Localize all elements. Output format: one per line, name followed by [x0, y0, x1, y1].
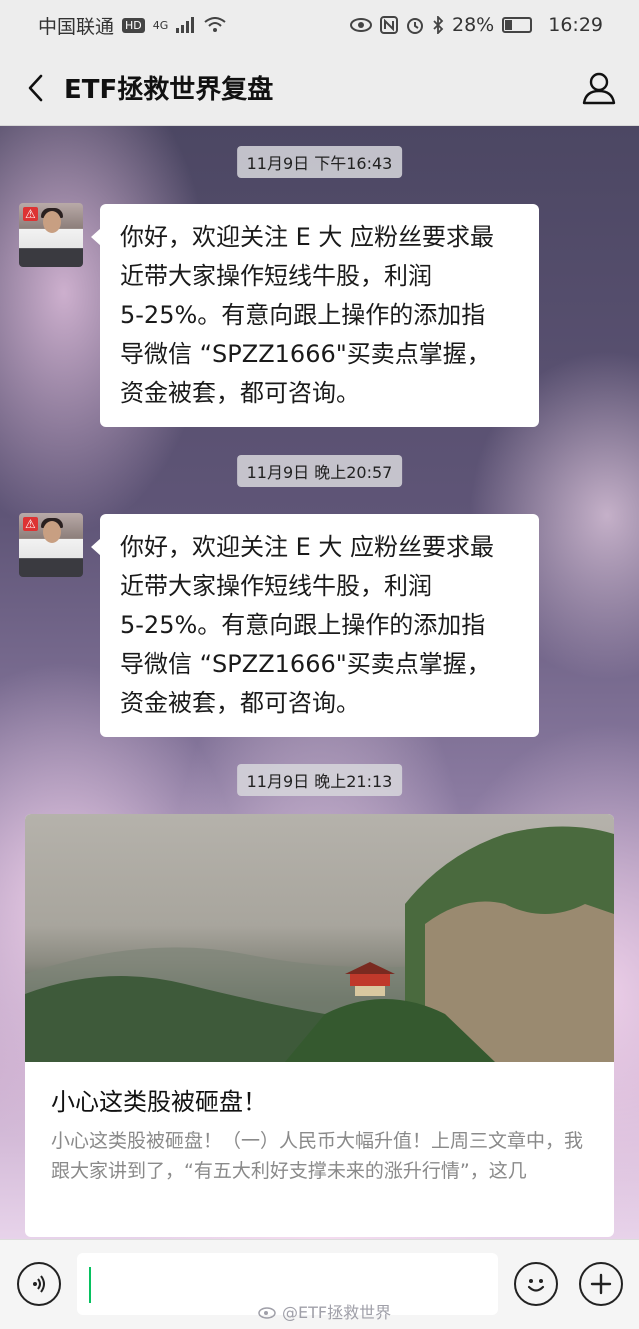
watermark: @ETF拯救世界 [258, 1299, 391, 1323]
article-cover-image [25, 814, 614, 1062]
message-line: 你好，欢迎关注 E 大 应粉丝要求最 [120, 533, 495, 561]
message-line: 导微信 “SPZZ1666"买卖点掌握， [120, 340, 491, 368]
voice-icon [33, 1275, 45, 1293]
article-title: 小心这类股被砸盘！ [51, 1088, 267, 1116]
text-caret [89, 1267, 91, 1303]
nfc-icon [380, 16, 398, 34]
plus-icon [590, 1273, 612, 1295]
weibo-icon [258, 1307, 276, 1319]
message-line: 近带大家操作短线牛股，利润 [120, 262, 432, 290]
message-line: 导微信 “SPZZ1666"买卖点掌握， [120, 650, 491, 678]
chat-area[interactable]: 11月9日 下午16:43 ⚠ 你好，欢迎关注 E 大 应粉丝要求最 近带大家操… [0, 126, 639, 1239]
eye-icon [350, 18, 372, 32]
chevron-left-icon [28, 74, 43, 101]
wifi-icon [204, 17, 226, 32]
message-line: 资金被套，都可咨询。 [120, 379, 360, 407]
message-line: 近带大家操作短线牛股，利润 [120, 572, 432, 600]
avatar[interactable]: ⚠ [19, 203, 83, 267]
more-button[interactable] [579, 1262, 623, 1306]
article-card[interactable]: 小心这类股被砸盘！ 小心这类股被砸盘！（一）人民币大幅升值！上周三文章中，我跟大… [25, 814, 614, 1237]
carrier-label: 中国联通 [38, 15, 115, 38]
signal-icon [176, 17, 195, 33]
nav-bar: ETF拯救世界复盘 [0, 50, 639, 126]
network-label: 4G [152, 18, 169, 32]
voice-button[interactable] [17, 1262, 61, 1306]
timestamp: 11月9日 晚上21:13 [236, 764, 403, 796]
message-line: 资金被套，都可咨询。 [120, 689, 360, 717]
timestamp: 11月9日 晚上20:57 [236, 455, 403, 487]
message-line: 5-25%。有意向跟上操作的添加指 [120, 301, 486, 329]
timestamp: 11月9日 下午16:43 [236, 146, 403, 178]
hd-badge: HD [122, 17, 145, 33]
profile-button[interactable] [579, 68, 619, 108]
battery-percent: 28% [452, 14, 495, 36]
avatar-badge: ⚠ [23, 207, 38, 221]
article-description: 小心这类股被砸盘！（一）人民币大幅升值！上周三文章中，我跟大家讲到了，“有五大利… [51, 1130, 584, 1182]
message-line: 5-25%。有意向跟上操作的添加指 [120, 611, 486, 639]
status-bar: 中国联通 HD 4G 28% 16:29 [0, 0, 639, 50]
page-title: ETF拯救世界复盘 [64, 75, 274, 105]
bluetooth-icon [433, 16, 444, 34]
message-bubble[interactable]: 你好，欢迎关注 E 大 应粉丝要求最 近带大家操作短线牛股，利润 5-25%。有… [91, 204, 539, 427]
emoji-button[interactable] [514, 1262, 558, 1306]
avatar[interactable]: ⚠ [19, 513, 83, 577]
person-icon [582, 72, 616, 104]
clock: 16:29 [548, 14, 603, 36]
watermark-text: @ETF拯救世界 [282, 1303, 392, 1322]
message-line: 你好，欢迎关注 E 大 应粉丝要求最 [120, 223, 495, 251]
message-bubble[interactable]: 你好，欢迎关注 E 大 应粉丝要求最 近带大家操作短线牛股，利润 5-25%。有… [91, 514, 539, 737]
avatar-badge: ⚠ [23, 517, 38, 531]
emoji-icon [527, 1279, 545, 1292]
alarm-icon [407, 18, 423, 34]
back-button[interactable] [20, 68, 50, 108]
battery-icon [502, 17, 533, 33]
